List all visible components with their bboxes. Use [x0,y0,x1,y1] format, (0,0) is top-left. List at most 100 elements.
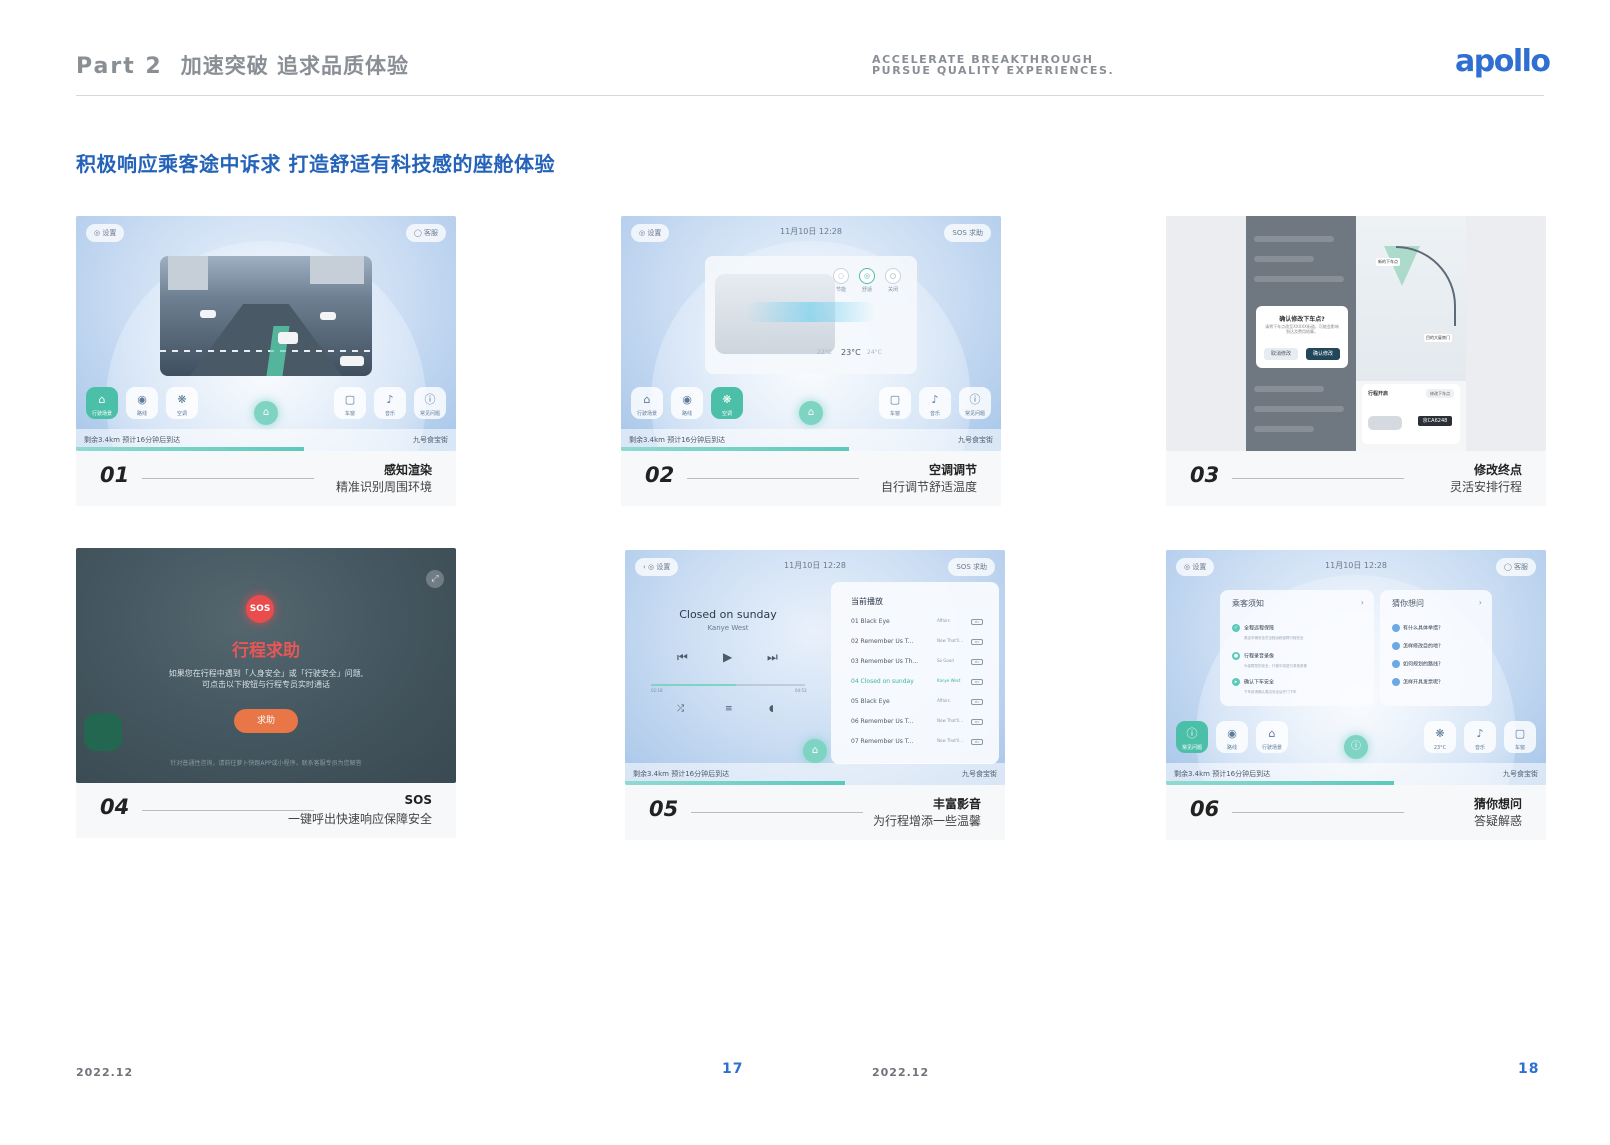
temp-higher[interactable]: 24°C [867,349,882,356]
card-subtitle: 为行程增添一些温馨 [872,814,981,828]
change-dropoff-button[interactable]: 修改下车点 [1426,389,1454,398]
ac-button[interactable]: ❋ 空调 [711,387,743,419]
page-number-right: 18 [1518,1061,1540,1077]
page-header: Part 2 加速突破 追求品质体验 [76,50,409,80]
customer-service-button[interactable]: ◯ 客服 [405,224,446,242]
button-label: 常见问题 [964,411,985,417]
faq-button[interactable]: ⓘ 常见问题 [414,387,446,419]
mv-badge[interactable]: MV [971,719,983,725]
chevron-right-icon[interactable]: › [1479,598,1482,607]
route-button[interactable]: ◉ 路线 [1216,721,1248,753]
playlist-track[interactable]: 04 Closed on sunday Kanye West MV [851,678,983,690]
button-label: 路线 [136,411,147,417]
mv-badge[interactable]: MV [971,619,983,625]
driving-scene-button[interactable]: ⌂ 行驶场景 [631,387,663,419]
help-button[interactable]: 求助 [234,709,298,733]
question-icon [1392,624,1400,632]
right-button-group: ❋ 23°C ♪ 音乐 ▢ 车窗 [1424,721,1536,753]
play-icon[interactable]: ▶ [723,650,732,664]
driving-scene-button[interactable]: ⌂ 行驶场景 [1256,721,1288,753]
seek-bar[interactable] [651,684,805,686]
mv-badge[interactable]: MV [971,739,983,745]
comfort-mode-icon[interactable]: ◎ [859,268,875,284]
right-button-group: ▢ 车窗 ♪ 音乐 ⓘ 常见问题 [879,387,991,419]
previous-track-icon[interactable]: ⏮ [677,650,688,665]
track-title: 05 Black Eye [851,698,890,705]
card-caption: 06 猜你想问 答疑解惑 [1166,785,1546,840]
track-title: 07 Remember Us T... [851,738,914,745]
route-map[interactable]: 新的下车点 目的大厦南门 [1356,216,1466,381]
feature-card-03: 确认修改下车点? 请将下车点改至XXXXX街道，可能会影响到达及费用结算。 取消… [1166,216,1546,506]
confirm-dialog: 确认修改下车点? 请将下车点改至XXXXX街道，可能会影响到达及费用结算。 取消… [1256,306,1348,368]
notice-item: ● 行程录音录像 [1232,652,1274,660]
faq-button[interactable]: ⓘ 常见问题 [1176,721,1208,753]
music-button[interactable]: ♪ 音乐 [1464,721,1496,753]
window-icon: ▢ [344,393,356,406]
shuffle-icon[interactable]: ⤮ [677,704,684,714]
card-number: 06 [1190,797,1220,821]
mv-badge[interactable]: MV [971,639,983,645]
faq-question[interactable]: 如何规划的路线? [1392,660,1441,668]
left-button-group: ⌂ 行驶场景 ◉ 路线 ❋ 空调 [86,387,198,419]
footer-date-right: 2022.12 [872,1066,930,1079]
info-icon: ⓘ [1186,727,1198,740]
mv-badge[interactable]: MV [971,679,983,685]
faq-question-text: 怎样修改目的地? [1403,643,1441,650]
home-car-icon[interactable]: ⌂ [803,739,827,763]
next-track-icon[interactable]: ⏭ [767,650,778,665]
window-button[interactable]: ▢ 车窗 [879,387,911,419]
feature-card-06: ◎ 设置 11月10日 12:28 ◯ 客服 乘客须知 › ✓ 全程远程保障 乘坐… [1166,550,1546,840]
playlist-track[interactable]: 06 Remember Us T... Now That'll... MV [851,718,983,730]
ac-button[interactable]: ❋ 23°C [1424,721,1456,753]
home-car-icon[interactable]: ⌂ [799,401,823,425]
map-label: 新的下车点 [1376,258,1400,266]
playlist-track[interactable]: 02 Remember Us T... Now That'll... MV [851,638,983,650]
confirm-button[interactable]: 确认修改 [1306,348,1340,360]
music-button[interactable]: ♪ 音乐 [919,387,951,419]
settings-button[interactable]: ◎ 设置 [86,224,125,242]
temp-lower[interactable]: 22°C [817,349,832,356]
mv-badge[interactable]: MV [971,659,983,665]
trip-title: 行程开启 [1368,391,1389,397]
expand-icon[interactable]: ⤢ [426,570,444,588]
sos-help-button[interactable]: SOS 求助 [944,224,991,242]
card-subtitle: 一键呼出快速响应保障安全 [287,812,432,826]
camera-icon: ● [1232,652,1240,660]
music-button[interactable]: ♪ 音乐 [374,387,406,419]
power-off-icon[interactable]: ○ [885,268,901,284]
notice-item-title: 行程录音录像 [1244,653,1275,660]
car-icon: ⌂ [1268,727,1276,740]
perception-render-view [160,256,372,376]
map-label: 目的大厦南门 [1424,334,1452,342]
info-center-icon[interactable]: ⓘ [1344,735,1368,759]
route-button[interactable]: ◉ 路线 [671,387,703,419]
license-plate: 京CA6248 [1418,416,1452,426]
home-car-icon[interactable]: ⌂ [254,401,278,425]
window-button[interactable]: ▢ 车窗 [1504,721,1536,753]
faq-question[interactable]: 怎样修改目的地? [1392,642,1441,650]
eco-mode-icon[interactable]: ◌ [833,268,849,284]
sos-description-line: 可点击以下按钮与行程专员实时通话 [202,680,330,689]
volume-icon[interactable]: ◖ [769,704,774,714]
feature-card-04: ⤢ SOS 行程求助 如果您在行程中遇到「人身安全」或「行驶安全」问题, 可点击… [76,548,456,838]
route-button[interactable]: ◉ 路线 [126,387,158,419]
playlist-track[interactable]: 05 Black Eye Affairs MV [851,698,983,710]
faq-button[interactable]: ⓘ 常见问题 [959,387,991,419]
ac-button[interactable]: ❋ 空调 [166,387,198,419]
faq-question[interactable]: 怎样开具发票呢? [1392,678,1441,686]
card-number: 05 [649,797,679,821]
playlist-track[interactable]: 07 Remember Us T... Now That'll... MV [851,738,983,750]
chevron-right-icon[interactable]: › [1361,598,1364,607]
music-icon: ♪ [386,393,394,406]
playlist-title: 当前播放 [851,597,883,606]
sos-help-button[interactable]: SOS 求助 [948,558,995,576]
mv-badge[interactable]: MV [971,699,983,705]
playlist-icon[interactable]: ≡ [725,704,733,714]
faq-question[interactable]: 有什么具体举措? [1392,624,1441,632]
window-button[interactable]: ▢ 车窗 [334,387,366,419]
cancel-button[interactable]: 取消修改 [1264,348,1298,360]
customer-service-button[interactable]: ◯ 客服 [1495,558,1536,576]
playlist-track[interactable]: 03 Remember Us Th... So Good MV [851,658,983,670]
playlist-track[interactable]: 01 Black Eye Affairs MV [851,618,983,630]
driving-scene-button[interactable]: ⌂ 行驶场景 [86,387,118,419]
